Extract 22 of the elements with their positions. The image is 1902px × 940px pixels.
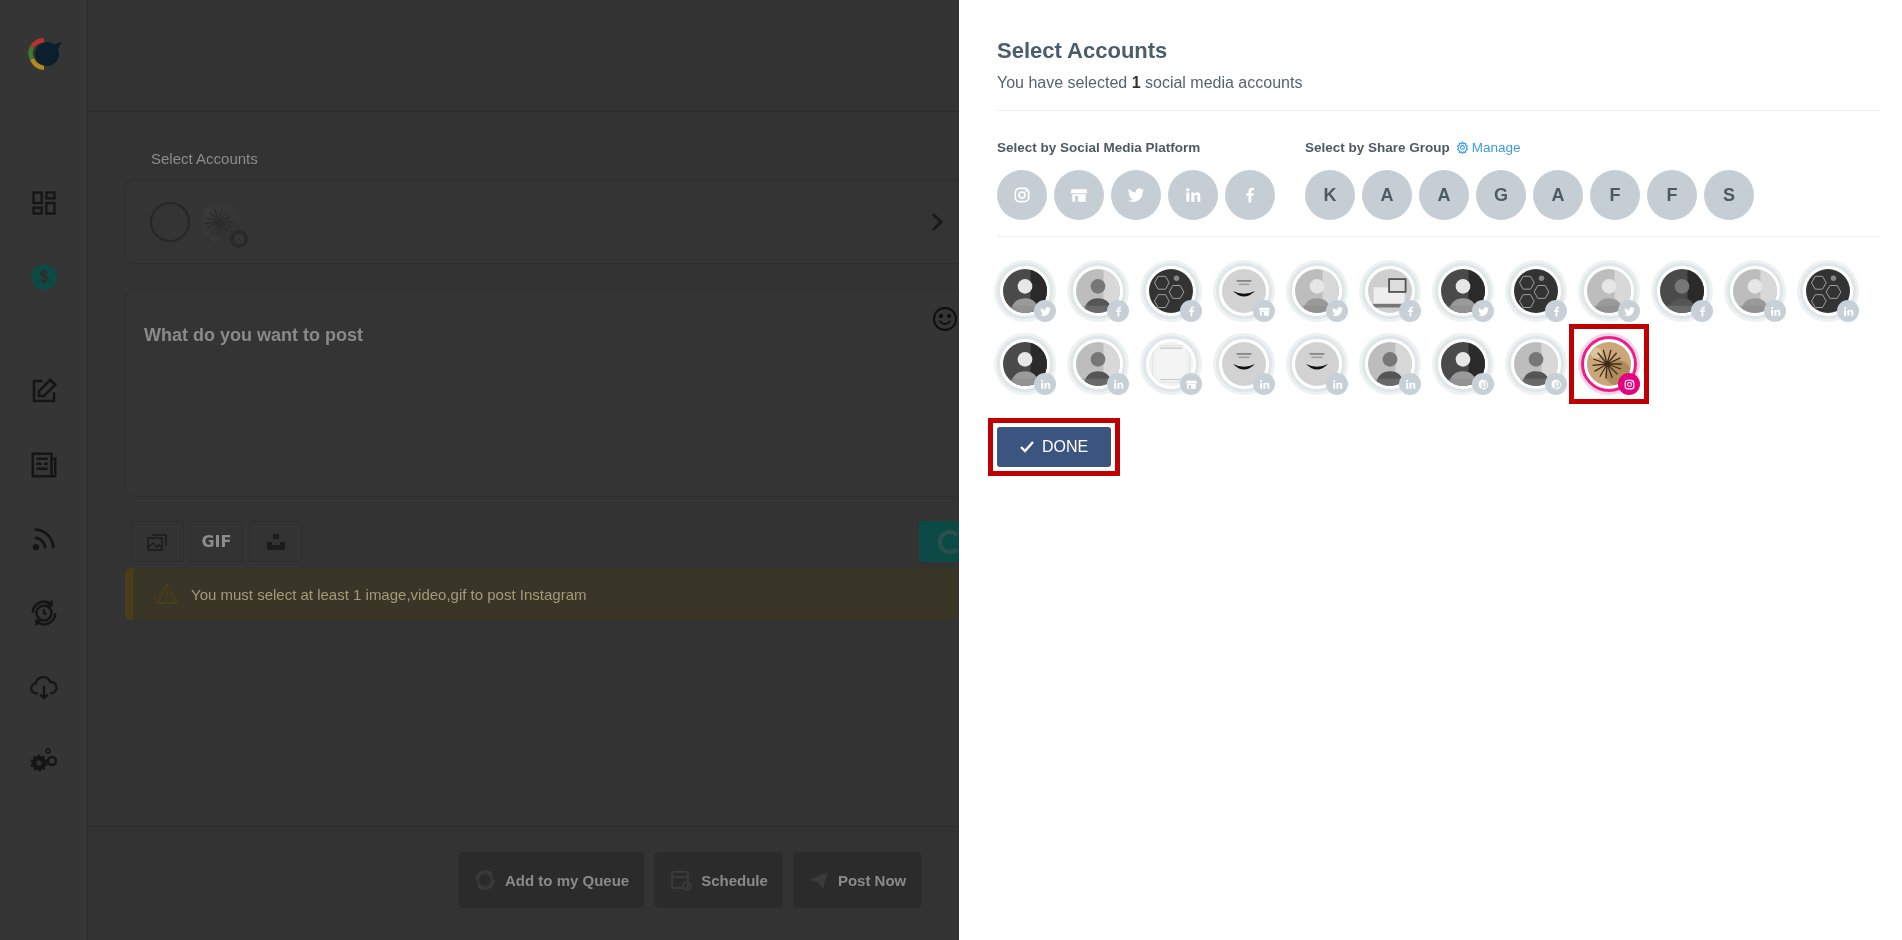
share-group-button[interactable]: S	[1704, 170, 1754, 220]
share-group-button[interactable]: F	[1590, 170, 1640, 220]
share-group-button[interactable]: A	[1533, 170, 1583, 220]
done-button[interactable]: DONE	[997, 427, 1111, 467]
schedule-button[interactable]: Schedule	[654, 852, 783, 908]
gif-button[interactable]: GIF	[190, 521, 243, 562]
section-label: Select by Social Media Platform	[997, 139, 1201, 155]
manage-link[interactable]: Manage	[1455, 139, 1521, 155]
warning-text: You must select at least 1 image,video,gif to post Instagram	[191, 585, 587, 603]
share-group-button[interactable]: K	[1305, 170, 1355, 220]
send-button[interactable]: Post Now	[792, 852, 922, 908]
share-group-button[interactable]: F	[1647, 170, 1697, 220]
field-label: Select Accounts	[150, 150, 259, 167]
section-label: Select by Share Group	[1305, 139, 1450, 155]
share-group-button[interactable]: A	[1419, 170, 1469, 220]
queue-button[interactable]: Add to my Queue	[458, 852, 645, 908]
selection-count: You have selected 1 social media accounts	[997, 74, 1304, 92]
panel-title: Select Accounts	[997, 38, 1169, 64]
post-textarea[interactable]: What do you want to post	[125, 289, 959, 497]
post-input[interactable]: What do you want to post	[144, 325, 644, 346]
share-group-button[interactable]: A	[1362, 170, 1412, 220]
share-group-button[interactable]: G	[1476, 170, 1526, 220]
